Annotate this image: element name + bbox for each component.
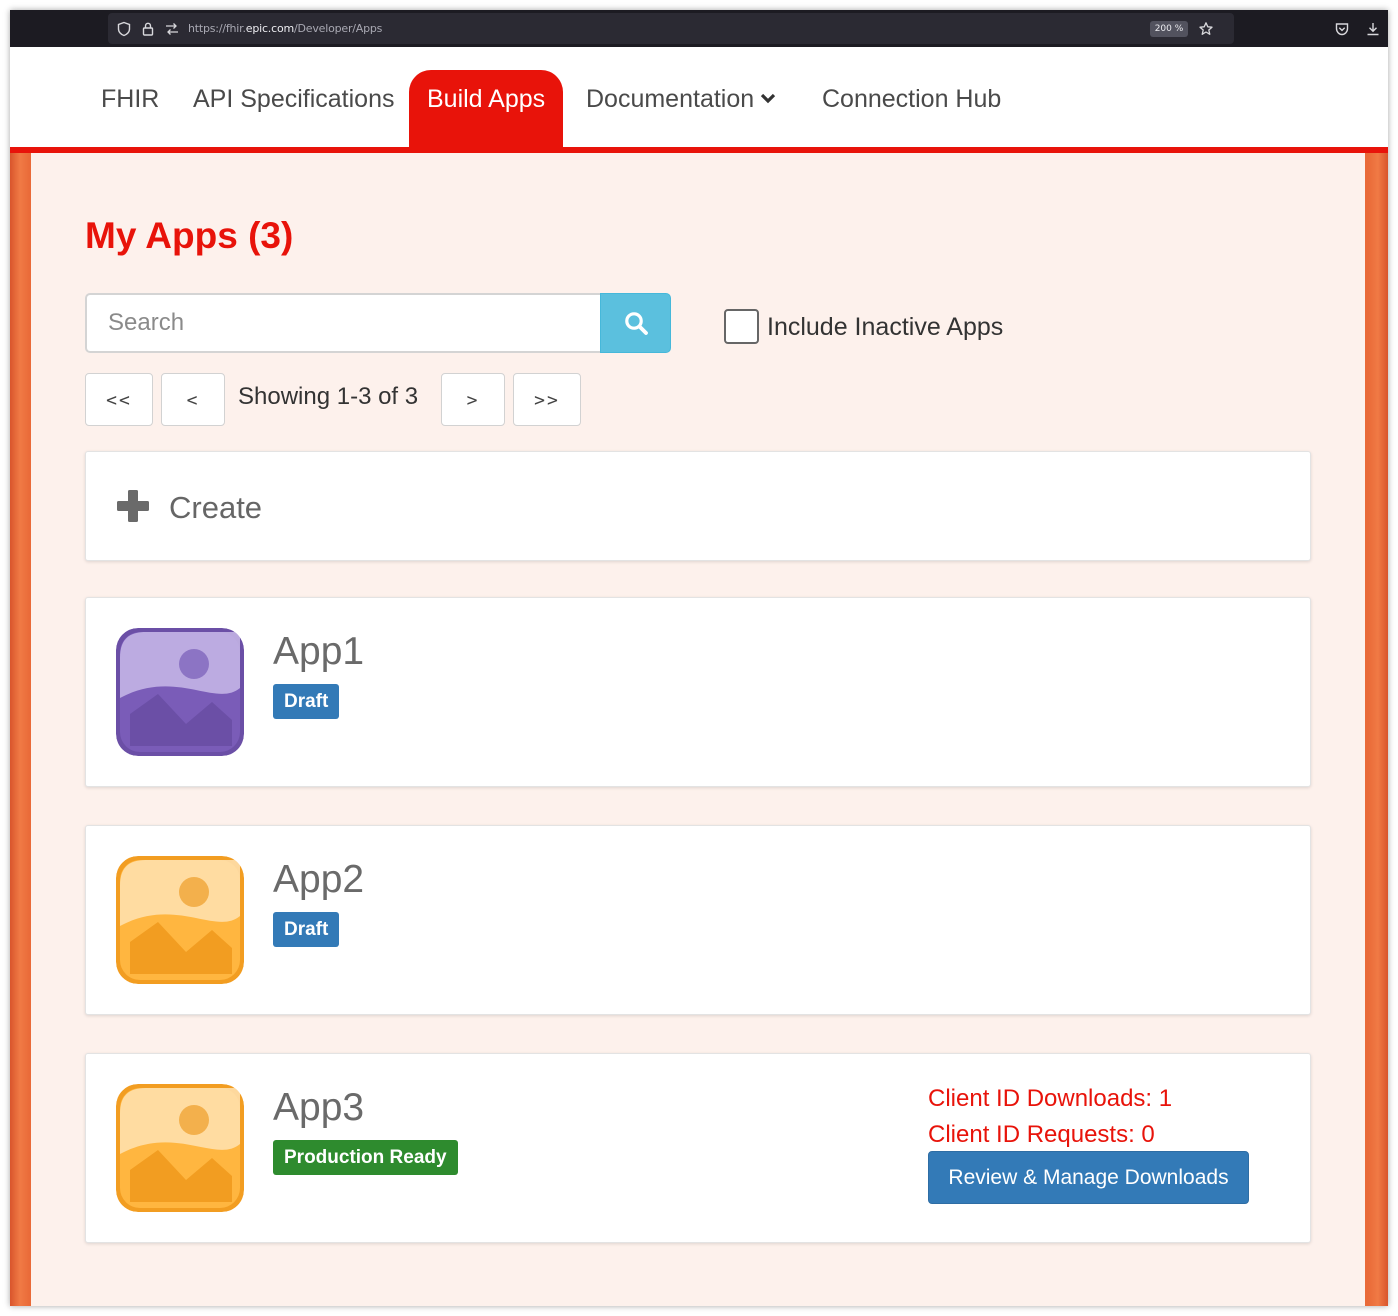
app-image-icon xyxy=(116,856,244,984)
review-manage-downloads-button[interactable]: Review & Manage Downloads xyxy=(928,1151,1249,1204)
create-label: Create xyxy=(169,490,263,525)
url-text[interactable]: https://fhir.epic.com/Developer/Apps xyxy=(188,22,382,35)
lock-icon[interactable] xyxy=(140,21,156,37)
page-title: My Apps (3) xyxy=(85,215,294,256)
search-icon xyxy=(625,312,648,335)
pagination-status: Showing 1-3 of 3 xyxy=(238,383,419,410)
main-content: My Apps (3) Include Inactive Apps << < S… xyxy=(31,153,1365,1306)
app-name[interactable]: App2 xyxy=(273,858,364,902)
status-badge: Draft xyxy=(273,912,340,947)
client-id-requests: Client ID Requests: 0 xyxy=(928,1121,1155,1148)
app-name[interactable]: App3 xyxy=(273,1086,364,1130)
app-image-icon xyxy=(116,1084,244,1212)
top-navigation: FHIR API Specifications Build Apps Docum… xyxy=(10,47,1388,153)
url-host: epic.com xyxy=(245,22,294,35)
pocket-icon[interactable] xyxy=(1334,21,1350,37)
next-page-button[interactable]: > xyxy=(441,373,505,426)
nav-item-fhir[interactable]: FHIR xyxy=(101,85,159,114)
url-prefix: https://fhir. xyxy=(188,22,246,35)
first-page-button[interactable]: << xyxy=(85,373,153,426)
app-card[interactable]: App3 Production Ready Client ID Download… xyxy=(85,1053,1311,1243)
plus-icon xyxy=(117,490,149,522)
zoom-level-badge[interactable]: 200 % xyxy=(1150,21,1188,37)
download-icon[interactable] xyxy=(1365,21,1381,37)
bookmark-star-icon[interactable] xyxy=(1198,21,1214,37)
client-id-downloads: Client ID Downloads: 1 xyxy=(928,1085,1173,1112)
previous-page-button[interactable]: < xyxy=(161,373,225,426)
app-card[interactable]: App1 Draft xyxy=(85,597,1311,787)
search-button[interactable] xyxy=(600,293,671,353)
permissions-icon[interactable] xyxy=(164,21,180,37)
chevron-down-icon xyxy=(761,94,776,104)
search-input[interactable] xyxy=(85,293,601,353)
url-bar[interactable]: https://fhir.epic.com/Developer/Apps 200… xyxy=(108,13,1234,44)
nav-item-documentation[interactable]: Documentation xyxy=(586,85,776,114)
create-app-card[interactable]: Create xyxy=(85,451,1311,561)
browser-toolbar: https://fhir.epic.com/Developer/Apps 200… xyxy=(10,10,1388,47)
shield-icon[interactable] xyxy=(116,21,132,37)
nav-item-connection-hub[interactable]: Connection Hub xyxy=(822,85,1001,114)
nav-item-api-specifications[interactable]: API Specifications xyxy=(193,85,395,114)
status-badge: Production Ready xyxy=(273,1140,458,1175)
app-image-icon xyxy=(116,628,244,756)
nav-item-build-apps[interactable]: Build Apps xyxy=(409,70,564,147)
nav-item-documentation-label: Documentation xyxy=(586,85,755,113)
include-inactive-checkbox[interactable] xyxy=(724,309,759,344)
status-badge: Draft xyxy=(273,684,340,719)
app-name[interactable]: App1 xyxy=(273,630,364,674)
url-path: /Developer/Apps xyxy=(294,22,383,35)
browser-window: https://fhir.epic.com/Developer/Apps 200… xyxy=(10,10,1388,1306)
include-inactive-label[interactable]: Include Inactive Apps xyxy=(767,313,1003,342)
last-page-button[interactable]: >> xyxy=(513,373,581,426)
app-card[interactable]: App2 Draft xyxy=(85,825,1311,1015)
